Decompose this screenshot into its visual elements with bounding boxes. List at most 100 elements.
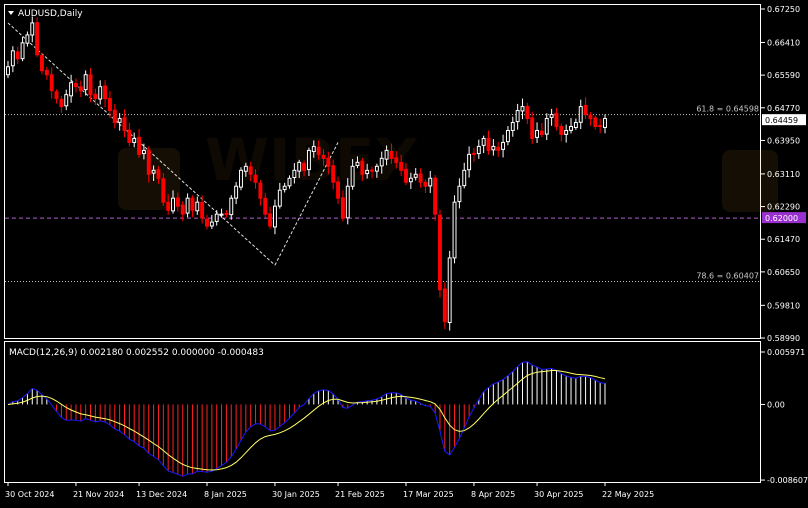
candle-body — [185, 197, 190, 214]
candle-body — [549, 114, 554, 118]
candle-body — [263, 197, 268, 215]
candle-body — [229, 197, 234, 216]
candle-body — [93, 93, 98, 100]
triangle-down-icon[interactable] — [8, 11, 14, 15]
candle-body — [282, 185, 287, 191]
candle-body — [214, 213, 219, 222]
price-axis-label: 0.65590 — [767, 71, 800, 80]
candle-body — [573, 122, 578, 128]
candle-body — [205, 218, 209, 227]
candle-body — [272, 205, 277, 228]
candle-body — [530, 117, 535, 139]
candle-body — [539, 130, 544, 135]
candle-body — [6, 66, 10, 76]
candle-body — [379, 157, 384, 167]
candle-body — [146, 149, 151, 175]
candle-body — [20, 42, 25, 60]
time-axis-label: 22 May 2025 — [602, 490, 654, 499]
candle-body — [467, 153, 472, 171]
candle-body — [132, 137, 137, 143]
time-axis-label: 13 Dec 2024 — [136, 490, 187, 499]
chart-window[interactable]: WIBEX AUDUSD,Daily MACD(12,26,9) 0.00218… — [0, 0, 808, 504]
candle-body — [88, 74, 93, 96]
candle-body — [452, 201, 457, 259]
candle-body — [292, 169, 297, 179]
candle-body — [64, 94, 69, 107]
price-axis-label: 0.60650 — [767, 268, 800, 277]
candle-body — [535, 129, 540, 138]
time-axis-label: 17 Mar 2025 — [403, 490, 454, 499]
candle-body — [209, 221, 214, 227]
candle-body — [297, 161, 302, 172]
candle-body — [433, 177, 438, 215]
time-axis-label: 8 Apr 2025 — [471, 490, 515, 499]
candle-body — [253, 174, 258, 183]
macd-axis-label: 0.005971 — [767, 348, 805, 357]
price-axis-label: 0.63950 — [767, 136, 800, 145]
candle-body — [486, 137, 491, 151]
candle-body — [399, 162, 404, 171]
candle-body — [583, 104, 588, 116]
candle-body — [438, 214, 442, 291]
candle-body — [418, 173, 423, 183]
candle-body — [496, 146, 501, 151]
candle-body — [151, 169, 156, 174]
candle-body — [180, 204, 185, 215]
candle-body — [54, 91, 59, 100]
candle-body — [166, 201, 171, 211]
candle-body — [404, 168, 408, 183]
candle-body — [248, 166, 253, 175]
candle-body — [336, 181, 341, 199]
price-axis-label: 0.58990 — [767, 334, 800, 343]
candle-body — [505, 129, 510, 143]
candle-body — [112, 109, 117, 124]
candle-body — [374, 165, 379, 172]
candle-body — [326, 157, 331, 167]
candle-body — [73, 82, 78, 88]
candle-body — [525, 105, 530, 120]
current-price-label: 0.64459 — [765, 116, 798, 125]
candle-body — [15, 51, 20, 60]
candle-body — [200, 201, 205, 219]
candle-body — [78, 86, 83, 92]
candle-body — [447, 257, 452, 324]
candle-body — [44, 69, 49, 76]
price-axis-label: 0.67250 — [767, 5, 800, 14]
candle-body — [462, 169, 467, 187]
candle-body — [350, 165, 355, 187]
price-axis-label: 0.66410 — [767, 38, 800, 47]
chart-canvas[interactable]: WIBEX AUDUSD,Daily MACD(12,26,9) 0.00218… — [0, 0, 808, 504]
candle-body — [481, 137, 486, 146]
candle-body — [69, 82, 74, 97]
time-axis-label: 21 Nov 2024 — [73, 490, 124, 499]
candle-body — [384, 149, 389, 160]
price-axis-label: 0.64770 — [767, 104, 800, 113]
candle-body — [340, 197, 345, 219]
candle-body — [40, 55, 44, 72]
price-axis-label: 0.63110 — [767, 170, 800, 179]
price-axis-label: 0.59810 — [767, 301, 800, 310]
candle-body — [442, 288, 447, 323]
candle-body — [370, 169, 374, 172]
candle-body — [137, 136, 142, 155]
candle-body — [345, 185, 350, 219]
candle-body — [195, 201, 200, 212]
candle-body — [360, 160, 365, 175]
candle-body — [302, 162, 307, 171]
candle-body — [103, 85, 108, 100]
time-axis-label: 30 Apr 2025 — [534, 490, 583, 499]
time-axis-label: 30 Jan 2025 — [272, 490, 320, 499]
candle-body — [156, 169, 161, 179]
candle-body — [277, 189, 282, 207]
candle-body — [331, 165, 336, 183]
candle-body — [161, 178, 166, 203]
fib-level-label: 61.8 = 0.64598 — [696, 105, 759, 114]
candle-body — [578, 106, 583, 123]
candle-body — [107, 97, 112, 112]
macd-line — [7, 361, 606, 477]
candle-body — [564, 129, 569, 135]
candle-body — [593, 117, 598, 127]
time-axis-label: 30 Oct 2024 — [5, 490, 54, 499]
price-axis-label: 0.61470 — [767, 235, 800, 244]
candle-body — [190, 197, 195, 211]
